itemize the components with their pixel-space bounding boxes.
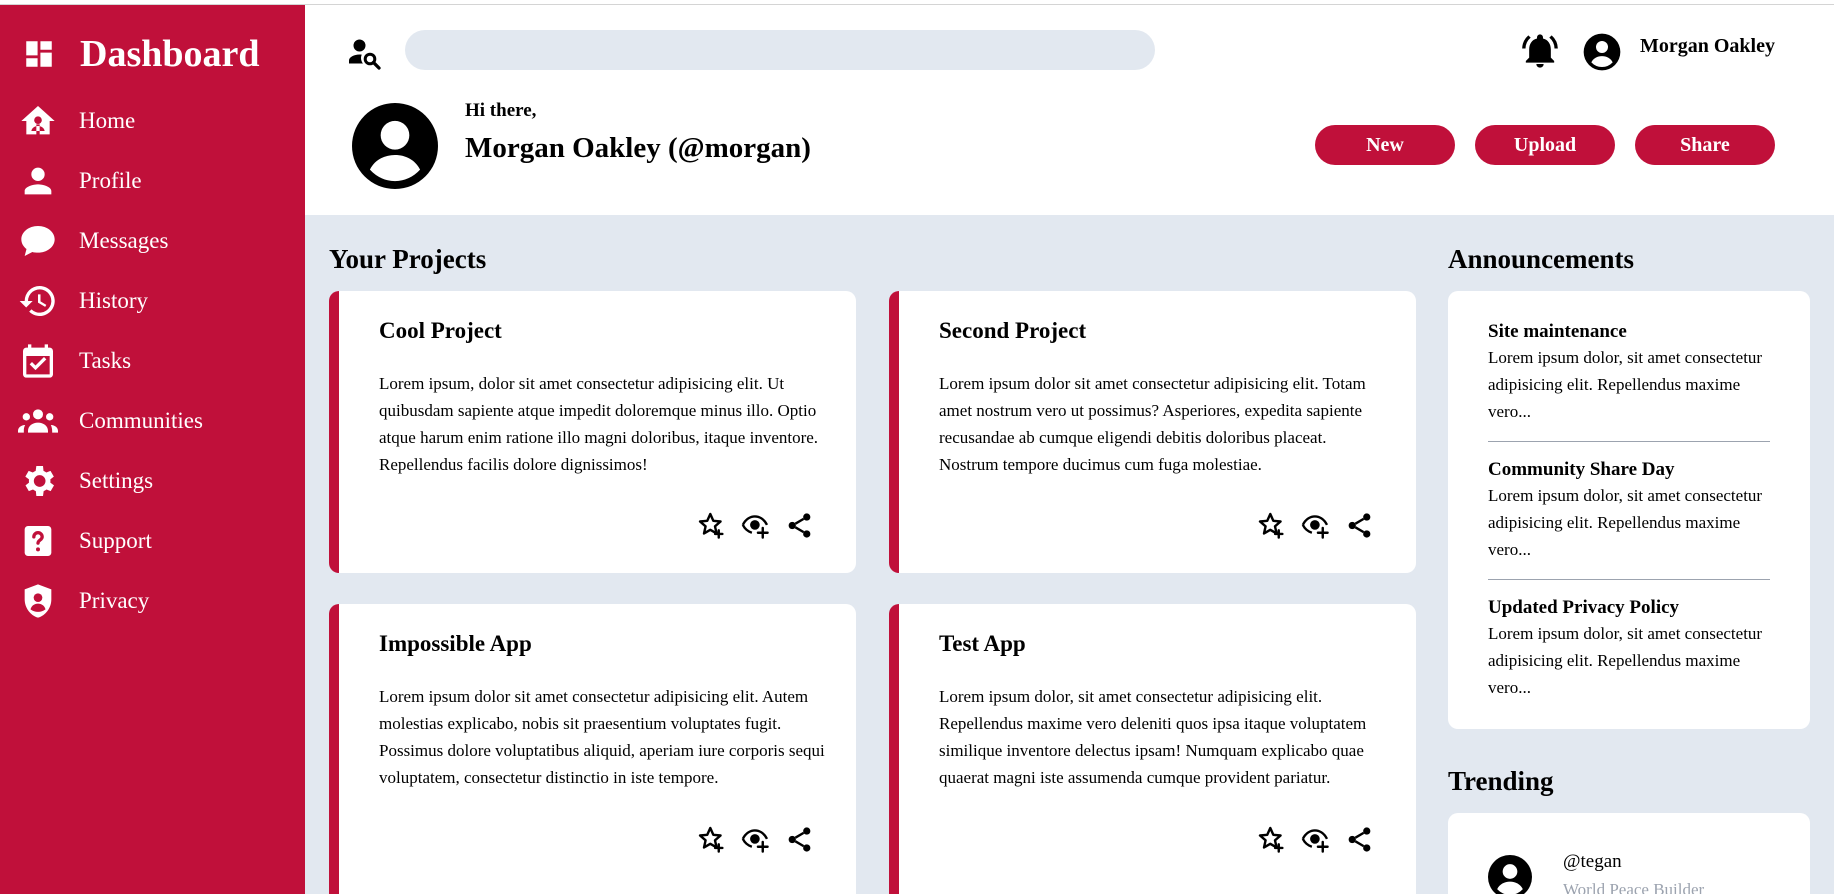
trending-role: World Peace Builder [1563, 880, 1705, 894]
star-add-icon[interactable] [1257, 825, 1286, 854]
header: Morgan Oakley Hi there, Morgan Oakley (@… [305, 5, 1834, 215]
sidebar-item-label: Communities [79, 408, 203, 433]
user-search-icon[interactable] [346, 35, 382, 71]
announcement-item[interactable]: Updated Privacy Policy Lorem ipsum dolor… [1488, 597, 1770, 701]
profile-icon [24, 167, 52, 195]
share-icon[interactable] [785, 511, 814, 540]
divider [1488, 441, 1770, 442]
announcements-panel: Site maintenance Lorem ipsum dolor, sit … [1448, 291, 1810, 729]
shield-user-icon [24, 584, 52, 618]
greeting-text: Hi there, [465, 100, 537, 121]
calendar-check-icon [23, 344, 53, 378]
history-icon [19, 285, 55, 316]
sidebar-item-label: Tasks [79, 348, 132, 373]
project-description: Lorem ipsum dolor sit amet consectetur a… [939, 374, 1366, 474]
announcements-title: Announcements [1448, 244, 1635, 274]
sidebar-item-messages[interactable]: Messages [18, 221, 168, 261]
project-description: Lorem ipsum dolor sit amet consectetur a… [379, 687, 825, 787]
announcement-body: Lorem ipsum dolor, sit amet consectetur … [1488, 348, 1763, 421]
profile-avatar-icon [352, 103, 438, 189]
share-icon[interactable] [1345, 511, 1374, 540]
watch-add-icon[interactable] [741, 825, 770, 854]
announcement-body: Lorem ipsum dolor, sit amet consectetur … [1488, 624, 1763, 697]
sidebar-item-label: Settings [79, 468, 154, 493]
announcement-title: Site maintenance [1488, 321, 1627, 342]
project-title: Test App [939, 631, 1026, 656]
sidebar-item-label: Support [79, 528, 152, 553]
trending-handle[interactable]: @tegan [1563, 851, 1622, 873]
project-actions [697, 825, 814, 854]
header-username[interactable]: Morgan Oakley [1640, 35, 1775, 58]
search-input[interactable] [405, 30, 1155, 70]
sidebar-item-label: Home [79, 108, 136, 133]
group-icon [18, 409, 58, 433]
project-card[interactable]: Second Project Lorem ipsum dolor sit ame… [889, 291, 1416, 573]
project-card[interactable]: Cool Project Lorem ipsum, dolor sit amet… [329, 291, 856, 573]
sidebar-item-tasks[interactable]: Tasks [18, 341, 131, 381]
sidebar-item-support[interactable]: Support [18, 521, 152, 561]
project-description: Lorem ipsum, dolor sit amet consectetur … [379, 374, 819, 474]
star-add-icon[interactable] [697, 511, 726, 540]
star-add-icon[interactable] [1257, 511, 1286, 540]
sidebar-item-label: History [79, 288, 148, 313]
share-icon[interactable] [1345, 825, 1374, 854]
watch-add-icon[interactable] [1301, 511, 1330, 540]
projects-title: Your Projects [329, 244, 487, 274]
trending-avatar-icon[interactable] [1488, 855, 1532, 894]
announcement-item[interactable]: Community Share Day Lorem ipsum dolor, s… [1488, 459, 1770, 563]
divider [1488, 579, 1770, 580]
project-title: Second Project [939, 318, 1087, 343]
trending-panel: @tegan World Peace Builder [1448, 813, 1810, 894]
brand[interactable]: Dashboard [22, 35, 260, 73]
share-icon[interactable] [785, 825, 814, 854]
star-add-icon[interactable] [697, 825, 726, 854]
sidebar-item-privacy[interactable]: Privacy [18, 581, 149, 621]
project-actions [1257, 511, 1374, 540]
announcement-title: Updated Privacy Policy [1488, 597, 1680, 618]
watch-add-icon[interactable] [741, 511, 770, 540]
trending-title: Trending [1448, 766, 1554, 796]
gear-icon [25, 466, 55, 496]
sidebar-item-home[interactable]: Home [18, 101, 135, 141]
upload-button[interactable]: Upload [1475, 125, 1615, 165]
sidebar-item-history[interactable]: History [18, 281, 148, 321]
announcement-body: Lorem ipsum dolor, sit amet consectetur … [1488, 486, 1763, 559]
account-avatar-icon[interactable] [1582, 32, 1622, 72]
announcement-title: Community Share Day [1488, 459, 1675, 480]
dashboard-icon [26, 41, 52, 67]
project-actions [697, 511, 814, 540]
project-card[interactable]: Impossible App Lorem ipsum dolor sit ame… [329, 604, 856, 894]
chat-icon [21, 226, 55, 256]
project-title: Cool Project [379, 318, 502, 343]
brand-title: Dashboard [80, 33, 260, 75]
sidebar-item-label: Profile [79, 168, 142, 193]
watch-add-icon[interactable] [1301, 825, 1330, 854]
project-title: Impossible App [379, 631, 532, 656]
sidebar-item-profile[interactable]: Profile [18, 161, 142, 201]
sidebar-item-settings[interactable]: Settings [18, 461, 153, 501]
sidebar-item-label: Messages [79, 228, 169, 253]
project-actions [1257, 825, 1374, 854]
announcement-item[interactable]: Site maintenance Lorem ipsum dolor, sit … [1488, 321, 1770, 425]
new-button[interactable]: New [1315, 125, 1455, 165]
sidebar-item-label: Privacy [79, 588, 150, 613]
share-button[interactable]: Share [1635, 125, 1775, 165]
help-icon [24, 526, 52, 556]
sidebar-item-communities[interactable]: Communities [18, 401, 203, 441]
project-description: Lorem ipsum dolor, sit amet consectetur … [939, 687, 1367, 787]
sidebar: Dashboard Home Profile Messages History … [0, 5, 305, 894]
project-card[interactable]: Test App Lorem ipsum dolor, sit amet con… [889, 604, 1416, 894]
home-icon [21, 106, 55, 135]
bell-icon[interactable] [1520, 30, 1560, 72]
user-full-name: Morgan Oakley (@morgan) [465, 132, 811, 164]
